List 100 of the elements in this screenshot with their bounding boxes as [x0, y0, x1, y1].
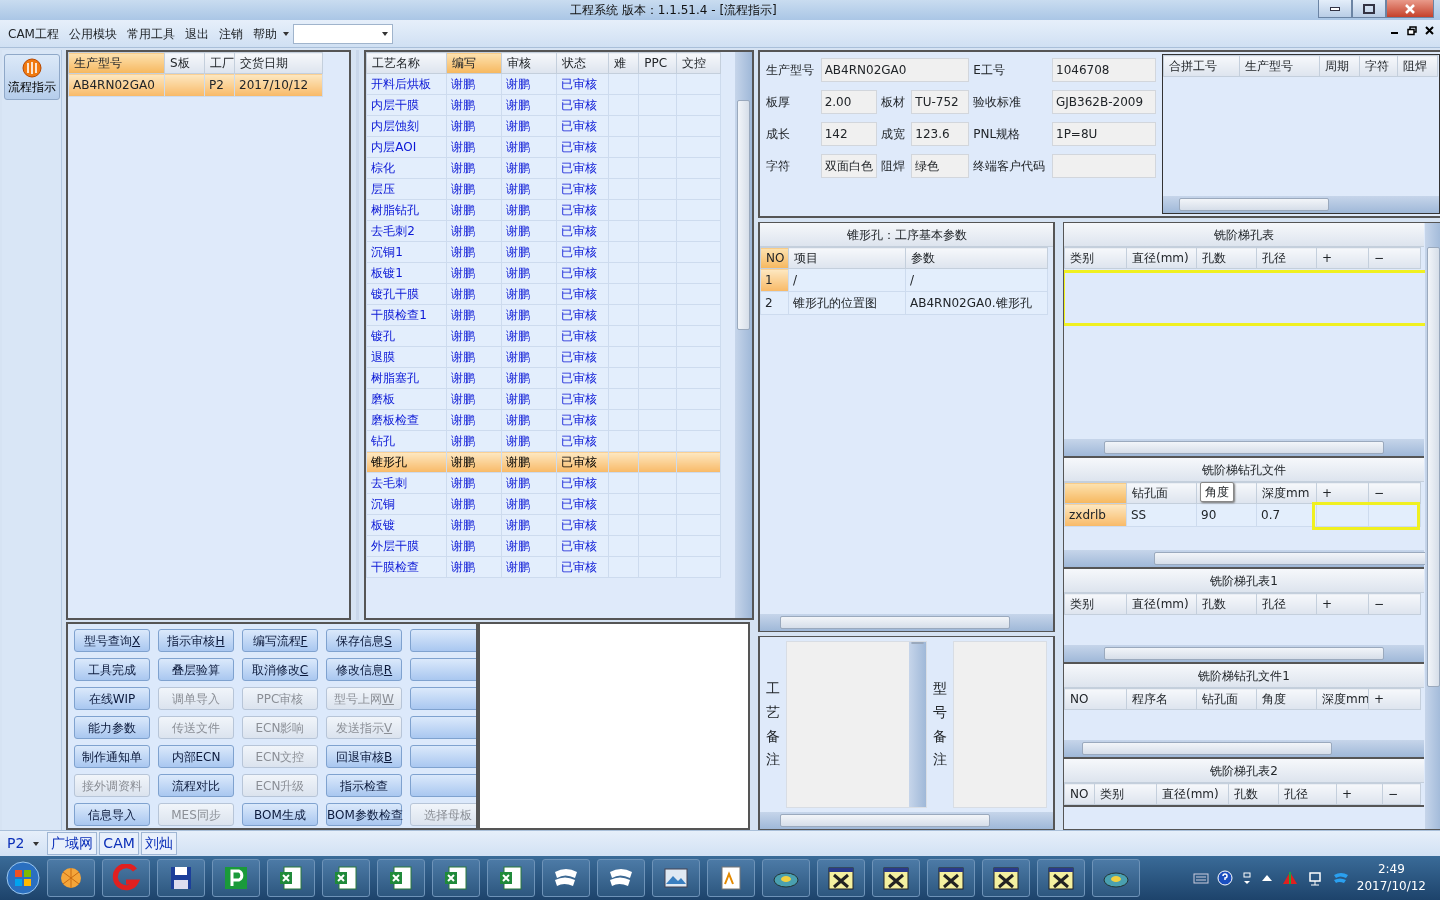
column-header[interactable]: 孔数 [1228, 783, 1279, 805]
column-header[interactable]: 类别 [1064, 593, 1127, 615]
sidebar-item[interactable]: 流程指示 [4, 54, 60, 100]
window-arrow-icon[interactable] [1240, 871, 1253, 885]
column-header[interactable]: 孔径 [1256, 247, 1317, 269]
scrollbar[interactable] [909, 642, 927, 807]
column-header[interactable]: NO [760, 247, 789, 269]
scrollbar[interactable] [1064, 645, 1424, 662]
column-header[interactable]: 审核 [501, 52, 557, 74]
column-header[interactable]: + [1316, 593, 1369, 615]
column-header[interactable]: + [1336, 783, 1383, 805]
column-header[interactable]: − [1382, 783, 1421, 805]
column-header[interactable]: 生产型号 [1239, 55, 1320, 77]
keyboard-icon[interactable] [1192, 871, 1209, 885]
column-header[interactable]: 角度 [1256, 688, 1317, 710]
menu-item[interactable]: 常用工具 [122, 22, 179, 45]
start-button[interactable] [6, 861, 40, 895]
taskbar-button[interactable] [597, 859, 645, 897]
column-header[interactable]: 直径(mm) [1156, 783, 1229, 805]
function-button[interactable]: 信息导入 [74, 803, 150, 826]
taskbar-button[interactable] [487, 859, 535, 897]
column-header[interactable]: S板 [164, 52, 205, 74]
column-header[interactable]: 生产型号 [68, 52, 165, 74]
scrollbar[interactable] [760, 812, 1053, 829]
taskbar-button[interactable] [652, 859, 700, 897]
function-button[interactable]: 能力参数 [74, 716, 150, 739]
column-header[interactable]: 孔径 [1278, 783, 1337, 805]
function-button[interactable]: 指示检查 [326, 774, 402, 797]
menu-item[interactable]: 退出 [180, 22, 213, 45]
scrollbar[interactable] [1064, 550, 1424, 567]
column-header[interactable]: 类别 [1094, 783, 1157, 805]
taskbar-button[interactable] [707, 859, 755, 897]
scrollbar[interactable] [1064, 439, 1424, 456]
column-header[interactable]: + [1368, 688, 1421, 710]
taskbar-button[interactable] [927, 859, 975, 897]
triangle-icon[interactable] [1280, 870, 1299, 886]
taskbar-button[interactable] [377, 859, 425, 897]
field-value[interactable]: 2.00 [820, 90, 877, 114]
column-header[interactable]: PPC [638, 52, 677, 74]
taskbar-button[interactable] [322, 859, 370, 897]
function-button[interactable]: 保存信息S [326, 629, 402, 652]
function-button[interactable]: 在线WIP [74, 687, 150, 710]
column-header[interactable]: 难 [608, 52, 639, 74]
scrollbar[interactable] [1064, 740, 1424, 757]
function-button[interactable]: 取消修改C [242, 658, 318, 681]
column-header[interactable]: 钻孔面 [1196, 688, 1257, 710]
field-value[interactable]: 142 [820, 122, 877, 146]
function-button[interactable]: 编写流程F [242, 629, 318, 652]
column-header[interactable]: 类别 [1064, 247, 1127, 269]
column-header[interactable]: 工艺名称 [366, 52, 447, 74]
field-value[interactable] [1052, 154, 1156, 178]
minimize-button[interactable] [1318, 0, 1352, 18]
function-button[interactable]: 流程对比 [158, 774, 234, 797]
menu-item[interactable]: 注销 [214, 22, 247, 45]
function-button[interactable]: 回退审核B [326, 745, 402, 768]
column-header[interactable]: 钻孔面 [1126, 482, 1197, 504]
function-button[interactable]: 修改信息R [326, 658, 402, 681]
taskbar-button[interactable] [157, 859, 205, 897]
column-header[interactable]: 孔数 [1196, 593, 1257, 615]
taskbar-button[interactable] [982, 859, 1030, 897]
menu-item[interactable]: 公用模块 [64, 22, 121, 45]
taskbar-button[interactable] [1037, 859, 1085, 897]
column-header[interactable]: 周期 [1319, 55, 1360, 77]
field-value[interactable]: 1P=8U [1052, 122, 1156, 146]
field-value[interactable]: 123.6 [911, 122, 970, 146]
column-header[interactable]: 深度mm [1316, 688, 1369, 710]
scrollbar[interactable] [1163, 196, 1439, 213]
function-button[interactable]: 工具完成 [74, 658, 150, 681]
menu-item[interactable]: CAM工程 [4, 22, 63, 45]
function-button[interactable]: 型号查询X [74, 629, 150, 652]
function-button[interactable]: BOM生成 [242, 803, 318, 826]
caret-icon[interactable] [282, 31, 289, 36]
scrollbar[interactable] [760, 614, 1053, 631]
column-header[interactable]: NO [1064, 783, 1095, 805]
column-header[interactable]: 编写 [446, 52, 502, 74]
column-header[interactable]: 程序名 [1126, 688, 1197, 710]
column-header[interactable]: 参数 [905, 247, 1048, 269]
taskbar-button[interactable] [432, 859, 480, 897]
column-header[interactable]: NO [1064, 688, 1127, 710]
column-header[interactable]: 直径(mm) [1126, 593, 1197, 615]
column-header[interactable]: 孔径 [1256, 593, 1317, 615]
field-value[interactable]: AB4RN02GA0 [820, 58, 970, 82]
column-header[interactable]: 字符 [1359, 55, 1398, 77]
maximize-button[interactable] [1352, 0, 1386, 18]
column-header[interactable]: 深度mm [1256, 482, 1317, 504]
field-value[interactable]: 绿色 [911, 154, 970, 178]
caret-icon[interactable] [33, 841, 40, 846]
function-button[interactable]: 内部ECN [158, 745, 234, 768]
help-icon[interactable] [1216, 870, 1233, 886]
column-header[interactable]: 直径(mm) [1126, 247, 1197, 269]
column-header[interactable]: 合拼工号 [1163, 55, 1240, 77]
function-button[interactable]: 制作通知单 [74, 745, 150, 768]
field-value[interactable]: GJB362B-2009 [1052, 90, 1156, 114]
field-value[interactable]: 1046708 [1052, 58, 1156, 82]
scrollbar[interactable] [735, 52, 752, 618]
function-button[interactable]: 叠层验算 [158, 658, 234, 681]
column-header[interactable]: 阻焊 [1397, 55, 1438, 77]
close-icon[interactable] [1425, 26, 1434, 35]
column-header[interactable]: 项目 [788, 247, 906, 269]
taskbar-button[interactable] [872, 859, 920, 897]
